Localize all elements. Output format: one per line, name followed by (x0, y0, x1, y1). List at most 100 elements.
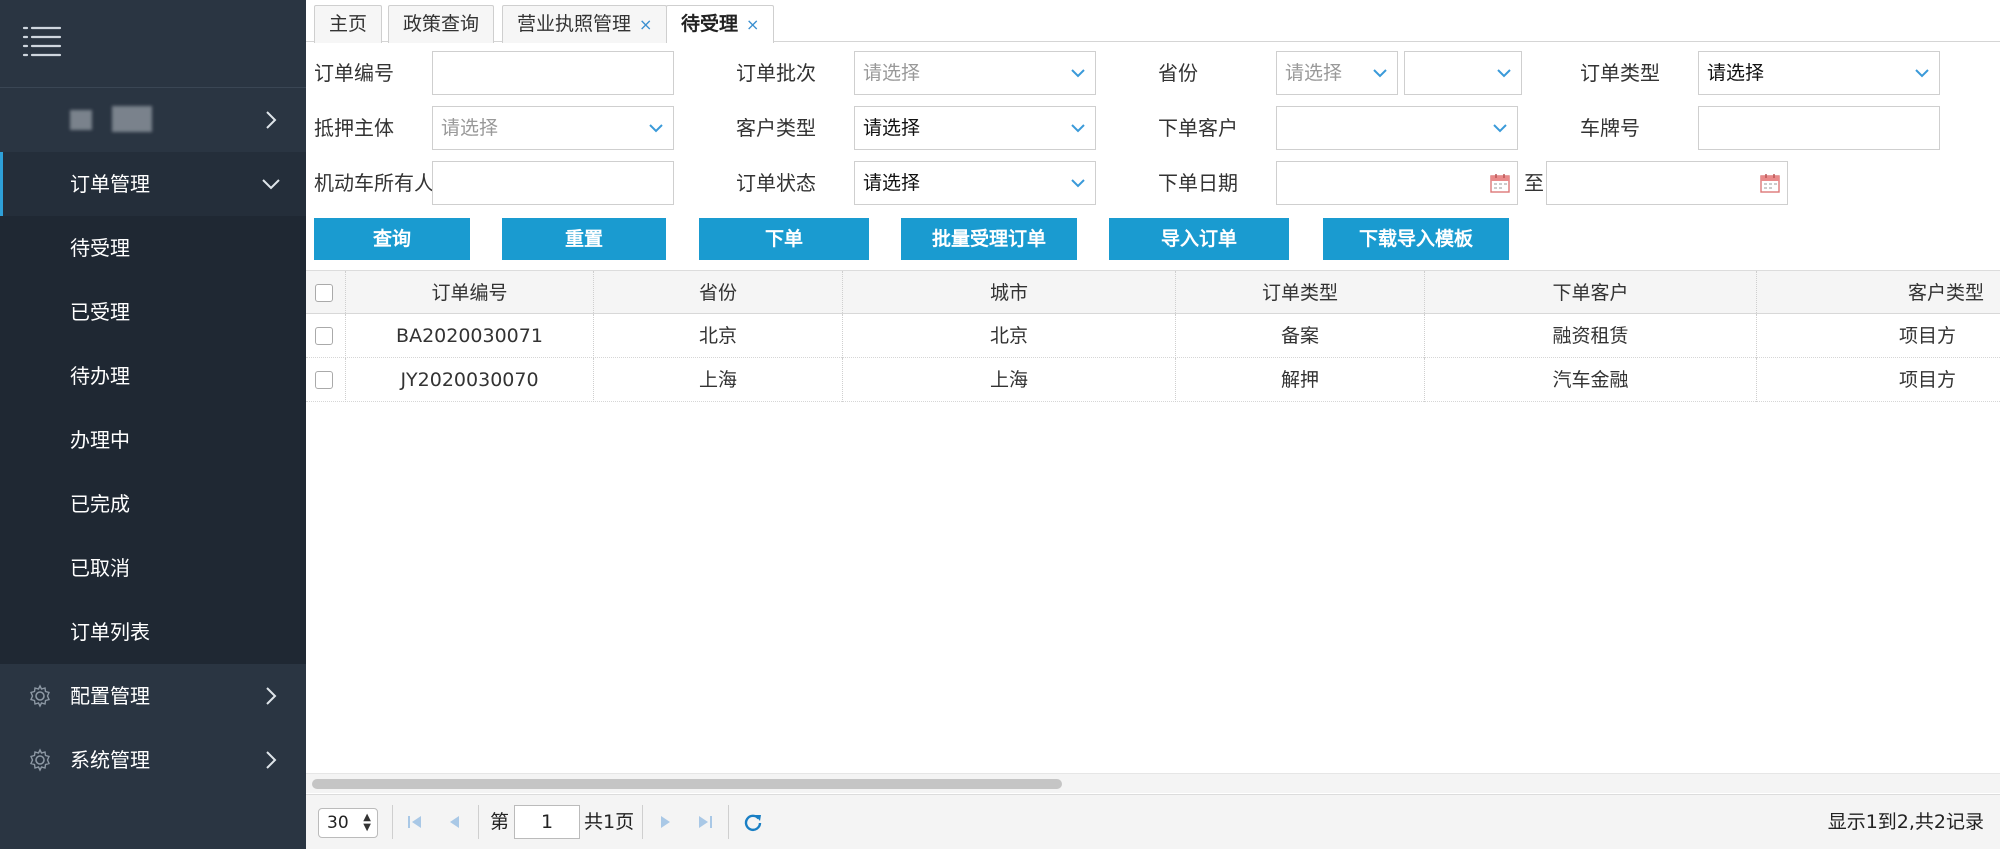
tab-policy-query[interactable]: 政策查询 (388, 5, 495, 43)
menu-toggle-icon[interactable] (22, 22, 62, 62)
column-header-order-no[interactable]: 订单编号 (346, 271, 594, 315)
column-header-city[interactable]: 城市 (843, 271, 1176, 315)
pager-divider (728, 805, 729, 839)
sidebar-item-processing[interactable]: 办理中 (0, 408, 306, 472)
page-prefix-label: 第 (490, 811, 510, 833)
order-no-label: 订单编号 (314, 61, 394, 85)
order-date-label: 下单日期 (1158, 171, 1238, 195)
cell-order-type: 备案 (1176, 314, 1425, 358)
chevron-down-icon (1915, 69, 1929, 78)
order-table: 订单编号 省份 城市 订单类型 下单客户 客户类型 BA2020030071 北… (306, 270, 2000, 770)
row-checkbox[interactable] (315, 371, 333, 389)
select-all-cell (306, 271, 346, 315)
tab-home[interactable]: 主页 (314, 5, 383, 43)
current-page-input[interactable]: 1 (514, 805, 580, 839)
place-order-button[interactable]: 下单 (699, 218, 869, 260)
page-size-select[interactable]: 30 ▲ ▼ (318, 808, 378, 838)
sidebar-item-label: 办理中 (70, 428, 130, 452)
order-batch-placeholder: 请选择 (863, 62, 921, 84)
calendar-icon[interactable] (1489, 172, 1511, 194)
import-order-button[interactable]: 导入订单 (1109, 218, 1289, 260)
column-header-order-type[interactable]: 订单类型 (1176, 271, 1425, 315)
reset-button[interactable]: 重置 (502, 218, 666, 260)
vehicle-owner-label: 机动车所有人 (314, 171, 434, 195)
chevron-down-icon (1493, 124, 1507, 133)
order-type-select[interactable]: 请选择 (1698, 51, 1940, 95)
plate-no-input[interactable] (1698, 106, 1940, 150)
calendar-icon[interactable] (1759, 172, 1781, 194)
scrollbar-thumb[interactable] (312, 779, 1062, 789)
main-content: 主页 政策查询 营业执照管理 × 待受理 × 订单编号 订单批次 请选择 省份 请选… (306, 0, 2000, 849)
gear-icon (30, 748, 50, 772)
order-customer-label: 下单客户 (1158, 116, 1238, 140)
record-count-info: 显示1到2,共2记录 (1827, 811, 1984, 833)
sidebar-item-order-list[interactable]: 订单列表 (0, 600, 306, 664)
sidebar-item-accepted[interactable]: 已受理 (0, 280, 306, 344)
sidebar-item-label: 待办理 (70, 364, 130, 388)
tab-business-license[interactable]: 营业执照管理 × (502, 5, 668, 43)
tab-label: 主页 (329, 13, 368, 35)
first-page-icon[interactable] (404, 811, 426, 833)
tab-pending-acceptance[interactable]: 待受理 × (666, 5, 775, 43)
column-header-customer-type[interactable]: 客户类型 (1757, 271, 2000, 315)
order-date-start-input[interactable] (1276, 161, 1518, 205)
sidebar-item-completed[interactable]: 已完成 (0, 472, 306, 536)
user-profile[interactable] (0, 88, 306, 152)
tab-label: 营业执照管理 (517, 13, 632, 35)
sidebar-item-pending-acceptance[interactable]: 待受理 (0, 216, 306, 280)
customer-type-select[interactable]: 请选择 (854, 106, 1096, 150)
column-header-order-customer[interactable]: 下单客户 (1425, 271, 1757, 315)
close-icon[interactable]: × (639, 15, 652, 34)
cell-city: 北京 (843, 314, 1176, 358)
refresh-icon[interactable] (742, 811, 764, 833)
download-template-button[interactable]: 下载导入模板 (1323, 218, 1509, 260)
cell-province: 北京 (594, 314, 843, 358)
batch-accept-button[interactable]: 批量受理订单 (901, 218, 1077, 260)
user-name-blurred (112, 106, 152, 132)
province-select[interactable]: 请选择 (1276, 51, 1398, 95)
sidebar-group-config-management[interactable]: 配置管理 (0, 664, 306, 728)
sidebar-group-label: 订单管理 (70, 172, 150, 196)
city-select[interactable] (1404, 51, 1522, 95)
vehicle-owner-input[interactable] (432, 161, 674, 205)
order-customer-select[interactable] (1276, 106, 1518, 150)
tab-bar: 主页 政策查询 营业执照管理 × 待受理 × (306, 0, 2000, 43)
order-status-value: 请选择 (863, 172, 921, 194)
order-date-end-input[interactable] (1546, 161, 1788, 205)
pledge-subject-placeholder: 请选择 (441, 117, 499, 139)
province-label: 省份 (1158, 61, 1198, 85)
pager-divider (642, 805, 643, 839)
cell-order-customer: 汽车金融 (1425, 358, 1757, 402)
last-page-icon[interactable] (694, 811, 716, 833)
sidebar-item-label: 订单列表 (70, 620, 150, 644)
table-row[interactable]: JY2020030070 上海 上海 解押 汽车金融 项目方 (306, 358, 2000, 402)
chevron-down-icon (262, 179, 280, 190)
sidebar-item-cancelled[interactable]: 已取消 (0, 536, 306, 600)
pledge-subject-select[interactable]: 请选择 (432, 106, 674, 150)
plate-no-label: 车牌号 (1580, 116, 1640, 140)
select-all-checkbox[interactable] (315, 284, 333, 302)
sidebar-group-order-management[interactable]: 订单管理 (0, 152, 306, 216)
next-page-icon[interactable] (654, 811, 676, 833)
chevron-down-icon (1373, 69, 1387, 78)
horizontal-scrollbar[interactable] (306, 773, 2000, 793)
close-icon[interactable]: × (746, 15, 759, 34)
province-placeholder: 请选择 (1285, 62, 1343, 84)
chevron-right-icon (266, 111, 277, 129)
order-status-select[interactable]: 请选择 (854, 161, 1096, 205)
previous-page-icon[interactable] (444, 811, 466, 833)
row-checkbox[interactable] (315, 327, 333, 345)
table-row[interactable]: BA2020030071 北京 北京 备案 融资租赁 项目方 (306, 314, 2000, 358)
sidebar-group-label: 配置管理 (70, 684, 150, 708)
chevron-down-icon (1071, 179, 1085, 188)
column-header-province[interactable]: 省份 (594, 271, 843, 315)
order-no-input[interactable] (432, 51, 674, 95)
sidebar-item-pending-processing[interactable]: 待办理 (0, 344, 306, 408)
sidebar-group-system-management[interactable]: 系统管理 (0, 728, 306, 792)
query-button[interactable]: 查询 (314, 218, 470, 260)
pagination-bar: 30 ▲ ▼ 第 1 共1页 显示1到2,共2记录 (306, 794, 2000, 849)
order-batch-label: 订单批次 (736, 61, 816, 85)
sidebar-group-label: 系统管理 (70, 748, 150, 772)
order-batch-select[interactable]: 请选择 (854, 51, 1096, 95)
tab-label: 待受理 (681, 13, 739, 35)
